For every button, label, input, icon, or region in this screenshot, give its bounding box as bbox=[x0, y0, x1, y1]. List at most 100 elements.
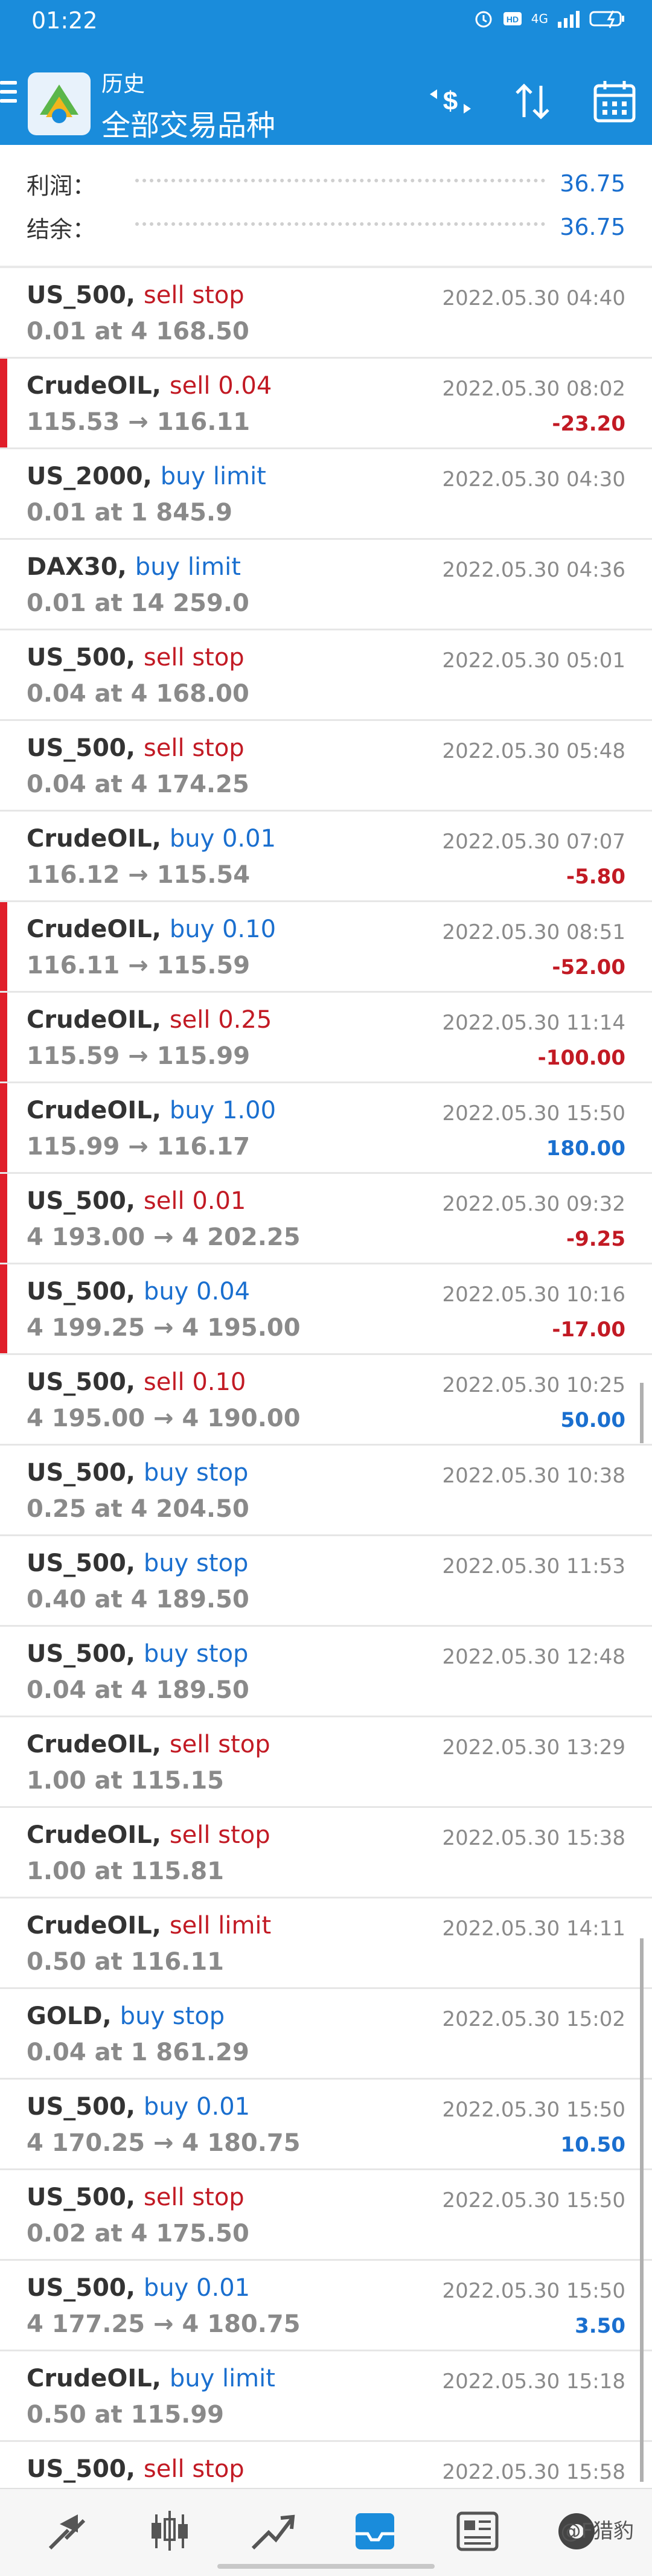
trade-detail: 0.50 at 115.99 bbox=[27, 2401, 225, 2429]
trade-detail: 0.01 at 14 259.0 bbox=[27, 589, 249, 617]
trade-action: buy 0.10 bbox=[169, 915, 276, 943]
currency-filter-button[interactable]: $ bbox=[425, 76, 476, 127]
trade-row[interactable]: CrudeOIL, sell limit 0.50 at 116.11 2022.0… bbox=[0, 1898, 652, 1989]
trade-time: 2022.05.30 12:48 bbox=[442, 1645, 625, 1669]
trade-row[interactable]: US_500, sell 0.01 4 193.00 → 4 202.25 2022… bbox=[0, 1174, 652, 1264]
trade-row[interactable]: US_500, sell stop 0.01 at 4 168.50 2022.05… bbox=[0, 268, 652, 359]
trade-row[interactable]: US_500, buy stop 0.40 at 4 189.50 2022.05.… bbox=[0, 1536, 652, 1627]
nav-trade-button[interactable] bbox=[239, 2501, 305, 2562]
trade-title: US_500, sell stop bbox=[27, 2455, 245, 2483]
profit-label: 利润： bbox=[27, 172, 96, 199]
trade-symbol: US_500, bbox=[27, 2184, 135, 2211]
menu-icon[interactable] bbox=[0, 81, 17, 105]
trade-time: 2022.05.30 04:40 bbox=[442, 286, 625, 310]
nav-chart-button[interactable] bbox=[136, 2501, 203, 2562]
trade-row[interactable]: US_500, buy 0.04 4 199.25 → 4 195.00 2022.… bbox=[0, 1264, 652, 1355]
trade-title: CrudeOIL, buy 0.01 bbox=[27, 825, 276, 853]
trade-row[interactable]: DAX30, buy limit 0.01 at 14 259.0 2022.05.… bbox=[0, 540, 652, 630]
trade-title: US_500, buy 0.04 bbox=[27, 1278, 250, 1306]
loss-marker bbox=[0, 359, 7, 447]
trade-detail: 4 195.00 → 4 190.00 bbox=[27, 1405, 301, 1432]
trade-action: sell stop bbox=[143, 644, 245, 671]
trade-row[interactable]: US_2000, buy limit 0.01 at 1 845.9 2022.05… bbox=[0, 449, 652, 540]
sort-button[interactable] bbox=[507, 76, 558, 127]
trade-symbol: US_500, bbox=[27, 281, 135, 309]
trade-detail: 0.01 at 4 168.50 bbox=[27, 318, 249, 345]
trade-action: sell stop bbox=[143, 2184, 245, 2211]
trend-icon bbox=[251, 2514, 295, 2550]
trade-title: US_500, sell stop bbox=[27, 734, 245, 762]
trade-symbol: US_500, bbox=[27, 2093, 135, 2121]
trade-time: 2022.05.30 15:50 bbox=[442, 1101, 625, 1126]
trade-detail: 0.40 at 4 189.50 bbox=[27, 1586, 249, 1613]
trade-time: 2022.05.30 11:14 bbox=[442, 1011, 625, 1035]
dotted-leader bbox=[135, 179, 546, 182]
trade-action: buy stop bbox=[143, 1549, 249, 1577]
trade-row[interactable]: US_500, buy stop 0.25 at 4 204.50 2022.05.… bbox=[0, 1446, 652, 1536]
trade-row[interactable]: GOLD, buy stop 0.04 at 1 861.29 2022.05.30… bbox=[0, 1989, 652, 2080]
trade-action: sell stop bbox=[143, 281, 245, 309]
trade-row[interactable]: CrudeOIL, sell 0.25 115.59 → 115.99 2022.0… bbox=[0, 993, 652, 1083]
trade-detail: 0.04 at 4 168.00 bbox=[27, 680, 249, 708]
trade-symbol: CrudeOIL, bbox=[27, 372, 161, 400]
trade-row[interactable]: US_500, buy 0.01 4 177.25 → 4 180.75 2022.… bbox=[0, 2261, 652, 2351]
trade-history-list[interactable]: US_500, sell stop 0.01 at 4 168.50 2022.05… bbox=[0, 268, 652, 2533]
trade-symbol: US_500, bbox=[27, 1549, 135, 1577]
trade-symbol: US_500, bbox=[27, 2455, 135, 2483]
nav-news-button[interactable] bbox=[444, 2501, 511, 2562]
scrollbar[interactable] bbox=[640, 1383, 644, 1443]
nav-quotes-button[interactable] bbox=[34, 2501, 100, 2562]
trade-row[interactable]: CrudeOIL, buy 0.10 116.11 → 115.59 2022.05… bbox=[0, 902, 652, 993]
trade-row[interactable]: CrudeOIL, buy limit 0.50 at 115.99 2022.05… bbox=[0, 2351, 652, 2442]
trade-row[interactable]: US_500, buy 0.01 4 170.25 → 4 180.75 2022.… bbox=[0, 2080, 652, 2170]
trade-row[interactable]: CrudeOIL, buy 1.00 115.99 → 116.17 2022.05… bbox=[0, 1083, 652, 1174]
trade-detail: 116.11 → 115.59 bbox=[27, 952, 251, 979]
page-title[interactable]: 全部交易品种 bbox=[101, 101, 275, 144]
trade-action: buy 0.01 bbox=[143, 2274, 251, 2302]
trade-time: 2022.05.30 04:36 bbox=[442, 558, 625, 582]
trade-action: buy stop bbox=[120, 2002, 225, 2030]
trade-time: 2022.05.30 04:30 bbox=[442, 467, 625, 492]
trade-title: US_2000, buy limit bbox=[27, 463, 266, 490]
trade-action: sell 0.10 bbox=[143, 1368, 246, 1396]
scrollbar[interactable] bbox=[640, 1938, 644, 2482]
trade-row[interactable]: US_500, sell 0.10 4 195.00 → 4 190.00 2022… bbox=[0, 1355, 652, 1446]
trade-row[interactable]: US_500, sell stop 0.02 at 4 175.50 2022.05… bbox=[0, 2170, 652, 2261]
calendar-button[interactable] bbox=[589, 76, 640, 127]
signal-icon bbox=[558, 11, 580, 28]
currency-exchange-icon: $ bbox=[430, 86, 471, 116]
trade-detail: 0.50 at 116.11 bbox=[27, 1948, 225, 1976]
trade-title: CrudeOIL, buy limit bbox=[27, 2365, 275, 2392]
watermark: @F猎豹 bbox=[560, 2519, 634, 2543]
home-indicator[interactable] bbox=[217, 2564, 435, 2569]
trade-row[interactable]: US_500, buy stop 0.04 at 4 189.50 2022.05.… bbox=[0, 1627, 652, 1717]
trade-title: US_500, buy stop bbox=[27, 1459, 248, 1487]
balance-value: 36.75 bbox=[560, 214, 625, 240]
trade-row[interactable]: CrudeOIL, sell 0.04 115.53 → 116.11 2022.0… bbox=[0, 359, 652, 449]
trade-time: 2022.05.30 10:38 bbox=[442, 1464, 625, 1488]
trade-row[interactable]: CrudeOIL, buy 0.01 116.12 → 115.54 2022.05… bbox=[0, 812, 652, 902]
trade-time: 2022.05.30 15:38 bbox=[442, 1826, 625, 1850]
trade-symbol: US_500, bbox=[27, 2274, 135, 2302]
calendar-icon bbox=[593, 81, 636, 123]
svg-text:$: $ bbox=[443, 86, 458, 116]
trade-row[interactable]: CrudeOIL, sell stop 1.00 at 115.15 2022.05… bbox=[0, 1717, 652, 1808]
trade-symbol: CrudeOIL, bbox=[27, 1912, 161, 1940]
trade-time: 2022.05.30 10:16 bbox=[442, 1283, 625, 1307]
trade-row[interactable]: US_500, sell stop 0.04 at 4 168.00 2022.05… bbox=[0, 630, 652, 721]
trade-action: buy limit bbox=[135, 553, 241, 581]
trade-time: 2022.05.30 15:58 bbox=[442, 2460, 625, 2484]
trade-time: 2022.05.30 14:11 bbox=[442, 1917, 625, 1941]
trade-profit: -5.80 bbox=[566, 865, 625, 889]
trade-detail: 4 199.25 → 4 195.00 bbox=[27, 1314, 301, 1342]
trade-row[interactable]: US_500, sell stop 0.04 at 4 174.25 2022.05… bbox=[0, 721, 652, 812]
trade-detail: 0.25 at 4 204.50 bbox=[27, 1495, 249, 1523]
trade-detail: 0.04 at 4 189.50 bbox=[27, 1676, 249, 1704]
nav-history-button[interactable] bbox=[342, 2501, 408, 2562]
trade-row[interactable]: CrudeOIL, sell stop 1.00 at 115.81 2022.05… bbox=[0, 1808, 652, 1898]
trade-time: 2022.05.30 08:02 bbox=[442, 377, 625, 401]
trade-title: US_500, sell 0.01 bbox=[27, 1187, 246, 1215]
profit-value: 36.75 bbox=[560, 170, 625, 197]
trade-title: US_500, buy stop bbox=[27, 1549, 248, 1577]
trade-time: 2022.05.30 15:02 bbox=[442, 2007, 625, 2031]
